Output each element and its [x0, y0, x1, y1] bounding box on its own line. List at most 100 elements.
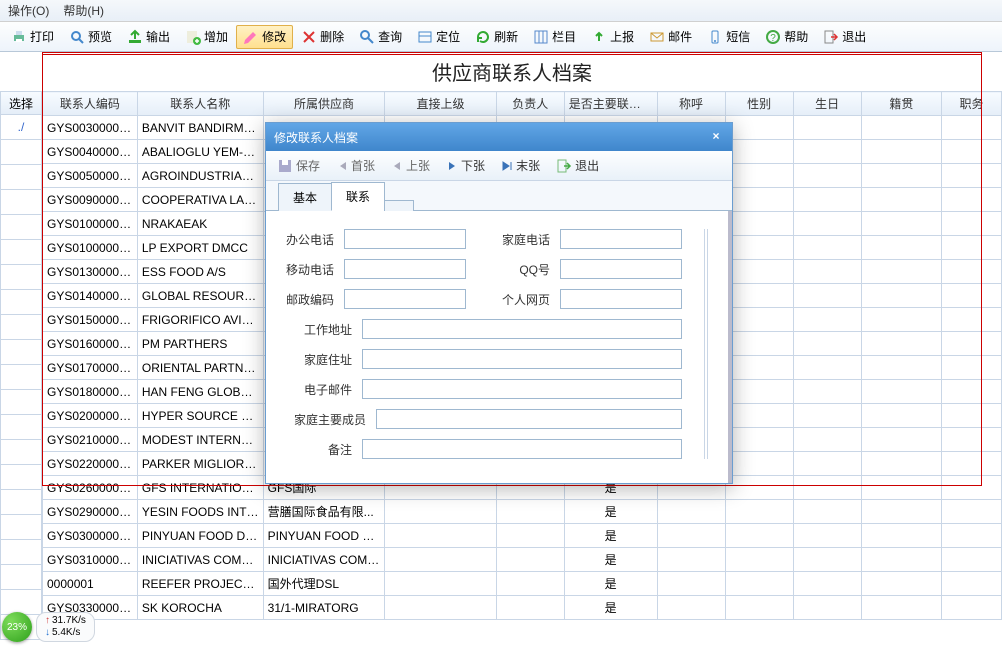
- select-cell[interactable]: [0, 165, 42, 190]
- locate-icon: [417, 29, 433, 45]
- tab-basic[interactable]: 基本: [278, 183, 332, 211]
- sms-button[interactable]: 短信: [700, 25, 757, 49]
- column-header[interactable]: 生日: [793, 92, 861, 116]
- column-header[interactable]: 负责人: [496, 92, 564, 116]
- modify-button[interactable]: 修改: [236, 25, 293, 49]
- cell-gender: [725, 572, 793, 596]
- select-cell[interactable]: [0, 390, 42, 415]
- work-addr-field[interactable]: [362, 319, 682, 339]
- cell-native: [861, 380, 941, 404]
- table-row[interactable]: GYS03000000001PINYUAN FOOD DIS...PINYUAN…: [43, 524, 1002, 548]
- select-cell[interactable]: [0, 465, 42, 490]
- home-phone-field[interactable]: [560, 229, 682, 249]
- column-header[interactable]: 籍贯: [861, 92, 941, 116]
- cell-native: [861, 524, 941, 548]
- cell-native: [861, 116, 941, 140]
- home-addr-label: 家庭住址: [286, 351, 352, 368]
- cell-job: [942, 572, 1002, 596]
- column-header[interactable]: 性别: [725, 92, 793, 116]
- net-download: 5.4K/s: [45, 627, 86, 639]
- column-header[interactable]: 直接上级: [385, 92, 496, 116]
- close-icon[interactable]: ×: [708, 129, 724, 145]
- table-row[interactable]: GYS03300000001SK KOROCHA31/1-MIRATORG是: [43, 596, 1002, 620]
- dlg-next-button[interactable]: 下张: [439, 154, 492, 178]
- columns-button[interactable]: 栏目: [526, 25, 583, 49]
- dialog-titlebar[interactable]: 修改联系人档案 ×: [266, 123, 732, 151]
- query-button[interactable]: 查询: [352, 25, 409, 49]
- print-button[interactable]: 打印: [4, 25, 61, 49]
- dlg-prev-button[interactable]: 上张: [384, 154, 437, 178]
- table-row[interactable]: 0000001REEFER PROJECT L...国外代理DSL是: [43, 572, 1002, 596]
- preview-icon: [69, 29, 85, 45]
- office-phone-field[interactable]: [344, 229, 466, 249]
- dlg-save-button[interactable]: 保存: [270, 154, 327, 178]
- refresh-button[interactable]: 刷新: [468, 25, 525, 49]
- preview-button[interactable]: 预览: [62, 25, 119, 49]
- select-header[interactable]: 选择: [0, 91, 42, 115]
- menu-help[interactable]: 帮助(H): [63, 2, 104, 19]
- cell-job: [942, 596, 1002, 620]
- cell-native: [861, 164, 941, 188]
- homepage-field[interactable]: [560, 289, 682, 309]
- cell-job: [942, 164, 1002, 188]
- cell-job: [942, 308, 1002, 332]
- remark-field[interactable]: [362, 439, 682, 459]
- cell-birth: [793, 572, 861, 596]
- select-cell[interactable]: [0, 540, 42, 565]
- select-row-indicator[interactable]: ./: [0, 115, 42, 140]
- select-cell[interactable]: [0, 315, 42, 340]
- locate-button[interactable]: 定位: [410, 25, 467, 49]
- qq-field[interactable]: [560, 259, 682, 279]
- column-header[interactable]: 称呼: [657, 92, 725, 116]
- cell-job: [942, 548, 1002, 572]
- home-addr-field[interactable]: [362, 349, 682, 369]
- column-header[interactable]: 是否主要联系人: [564, 92, 657, 116]
- tab-contact[interactable]: 联系: [331, 182, 385, 211]
- select-cell[interactable]: [0, 215, 42, 240]
- cell-gender: [725, 284, 793, 308]
- help-button[interactable]: ?帮助: [758, 25, 815, 49]
- cell-superior: [385, 596, 496, 620]
- select-cell[interactable]: [0, 290, 42, 315]
- cell-supplier: INICIATIVAS COME...: [263, 548, 385, 572]
- exit-button[interactable]: 退出: [816, 25, 873, 49]
- dlg-exit-button[interactable]: 退出: [549, 154, 606, 178]
- select-cell[interactable]: [0, 415, 42, 440]
- column-header[interactable]: 所属供应商: [263, 92, 385, 116]
- cell-job: [942, 356, 1002, 380]
- select-cell[interactable]: [0, 365, 42, 390]
- cell-native: [861, 188, 941, 212]
- dlg-first-button[interactable]: 首张: [329, 154, 382, 178]
- family-field[interactable]: [376, 409, 682, 429]
- table-row[interactable]: GYS03100000001INICIATIVAS COME...INICIAT…: [43, 548, 1002, 572]
- cell-gender: [725, 260, 793, 284]
- column-header[interactable]: 联系人编码: [43, 92, 138, 116]
- zip-field[interactable]: [344, 289, 466, 309]
- cell-native: [861, 212, 941, 236]
- select-cell[interactable]: [0, 265, 42, 290]
- mail-button[interactable]: 邮件: [642, 25, 699, 49]
- table-row[interactable]: GYS02900000001YESIN FOODS INTE...营膳国际食品有…: [43, 500, 1002, 524]
- email-field[interactable]: [362, 379, 682, 399]
- select-cell[interactable]: [0, 515, 42, 540]
- menu-operate[interactable]: 操作(O): [8, 2, 49, 19]
- delete-button[interactable]: 删除: [294, 25, 351, 49]
- report-button[interactable]: 上报: [584, 25, 641, 49]
- add-button[interactable]: 增加: [178, 25, 235, 49]
- mobile-field[interactable]: [344, 259, 466, 279]
- column-header[interactable]: 联系人名称: [137, 92, 263, 116]
- select-cell[interactable]: [0, 490, 42, 515]
- export-button[interactable]: 输出: [120, 25, 177, 49]
- select-cell[interactable]: [0, 440, 42, 465]
- column-header[interactable]: 职务: [942, 92, 1002, 116]
- select-cell[interactable]: [0, 240, 42, 265]
- home-phone-label: 家庭电话: [502, 231, 550, 248]
- select-cell[interactable]: [0, 565, 42, 590]
- select-cell[interactable]: [0, 140, 42, 165]
- columns-icon: [533, 29, 549, 45]
- select-cell[interactable]: [0, 190, 42, 215]
- tab-empty[interactable]: [384, 200, 414, 211]
- dlg-last-button[interactable]: 末张: [494, 154, 547, 178]
- dialog-title: 修改联系人档案: [274, 129, 358, 146]
- select-cell[interactable]: [0, 340, 42, 365]
